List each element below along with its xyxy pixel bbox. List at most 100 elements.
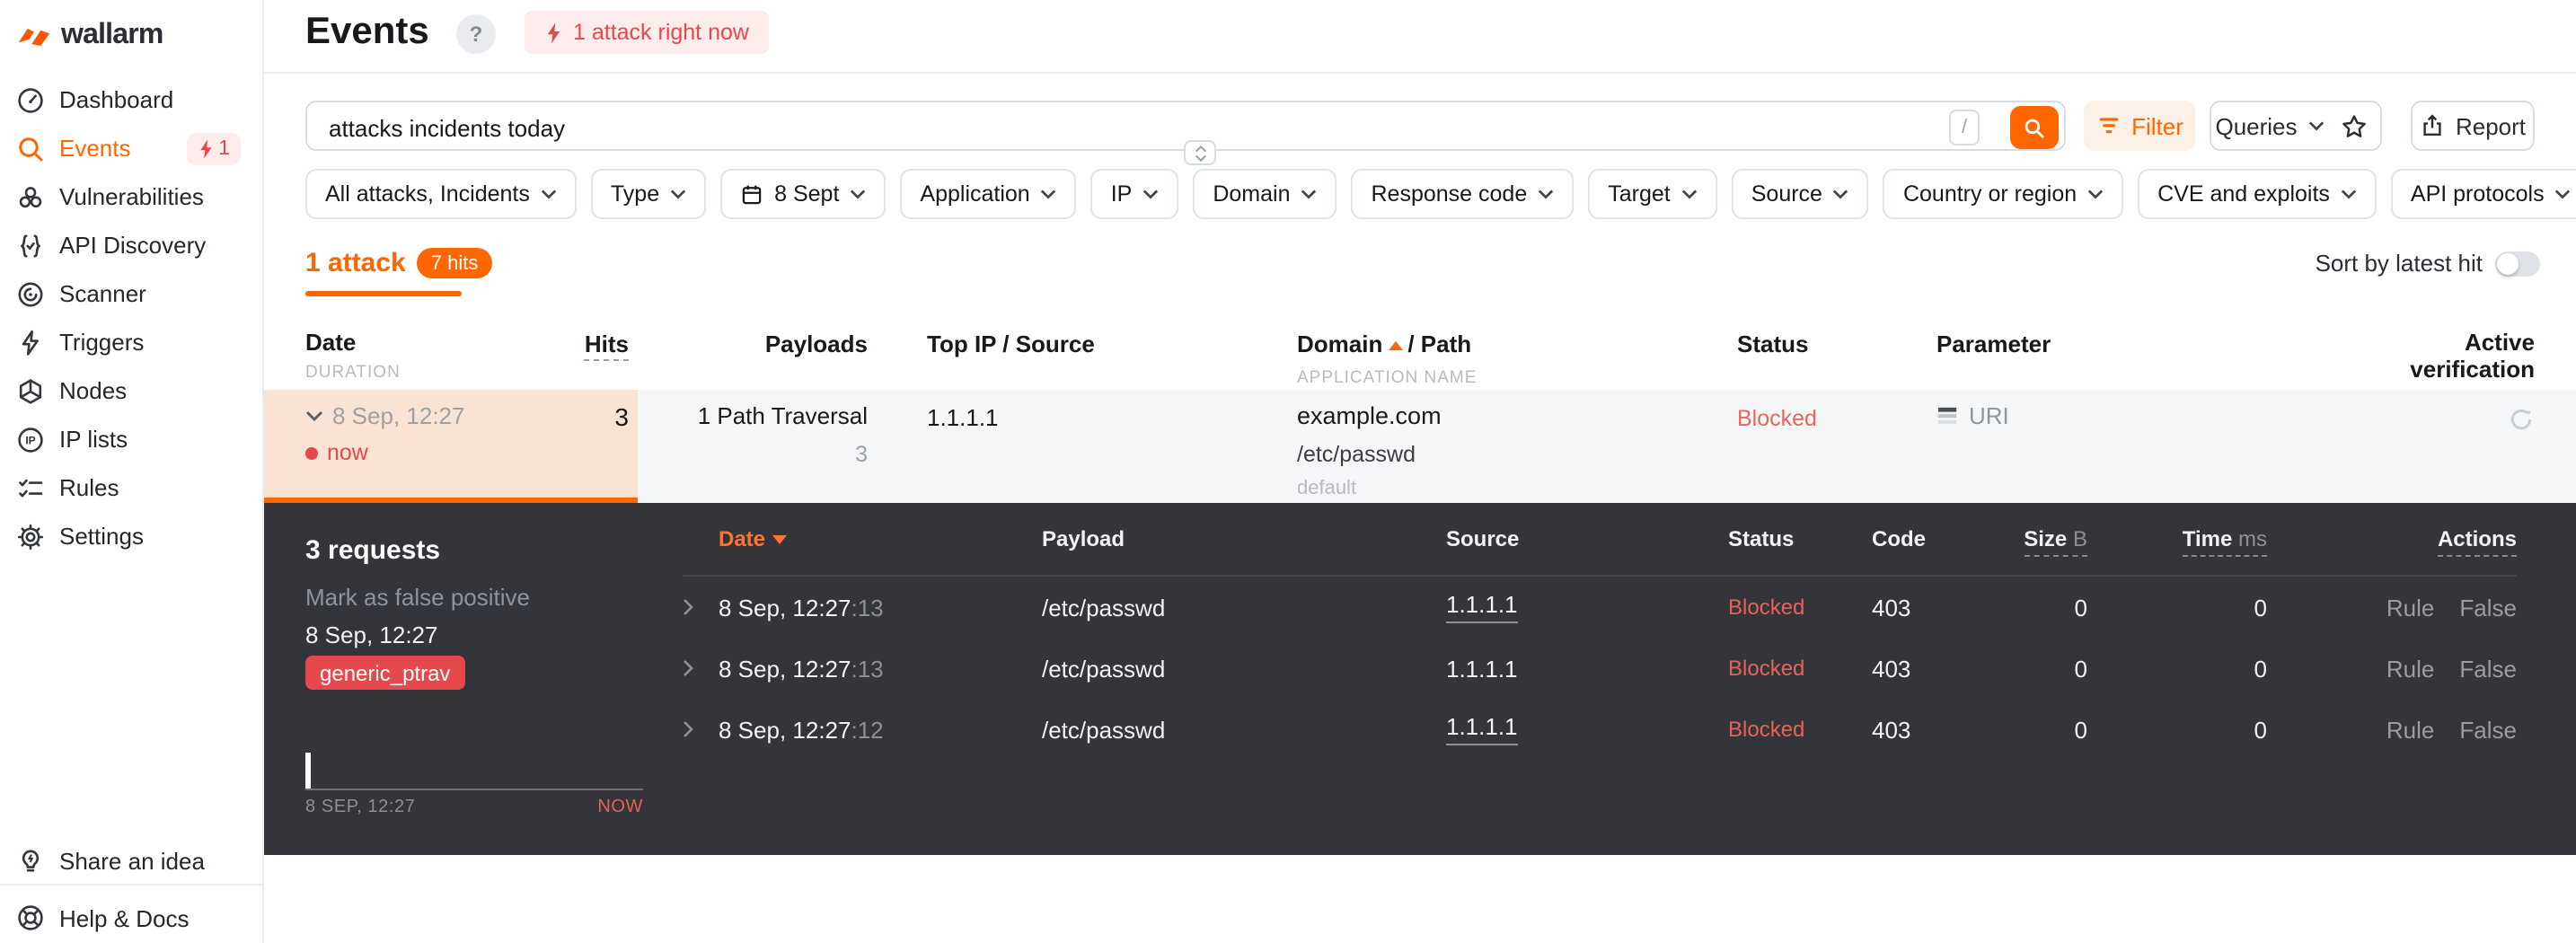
attack-date: 8 Sep, 12:27 xyxy=(332,402,465,429)
chevron-right-icon[interactable] xyxy=(683,598,719,616)
tab-attacks[interactable]: 1 attack 7 hits xyxy=(305,248,493,278)
report-button[interactable]: Report xyxy=(2411,101,2535,151)
filter-chip-8-sept[interactable]: 8 Sept xyxy=(720,169,887,219)
sidebar: wallarm Dashboard Events 1 Vulnerabilities A… xyxy=(0,0,264,943)
parameter-icon xyxy=(1936,406,1960,426)
col-domain[interactable]: Domain xyxy=(1297,330,1382,357)
lightning-icon xyxy=(544,21,562,44)
attack-domain: example.com xyxy=(1297,402,1442,429)
search-expand-handle[interactable] xyxy=(1184,140,1216,165)
app-root: wallarm Dashboard Events 1 Vulnerabilities A… xyxy=(0,0,2576,943)
sidebar-item-dashboard[interactable]: Dashboard xyxy=(0,75,262,124)
false-link[interactable]: False xyxy=(2459,716,2517,743)
braces-icon xyxy=(16,231,45,260)
filter-chip-country-or-region[interactable]: Country or region xyxy=(1883,169,2124,219)
request-row[interactable]: 8 Sep, 12:27:13/etc/passwd 1.1.1.1 Blocked… xyxy=(683,577,2517,638)
search-icon xyxy=(16,134,45,163)
col-request-time[interactable]: Time xyxy=(2183,526,2233,551)
attack-payload-type: 1 Path Traversal xyxy=(697,402,868,429)
col-active-verification: Active xyxy=(2464,329,2535,356)
sidebar-item-rules[interactable]: Rules xyxy=(0,463,262,512)
sort-label: Sort by latest hit xyxy=(2315,250,2483,277)
favorite-query-button[interactable] xyxy=(2328,101,2382,151)
col-date[interactable]: Date xyxy=(305,329,575,356)
queries-dropdown[interactable]: Queries xyxy=(2210,101,2330,151)
request-source[interactable]: 1.1.1.1 xyxy=(1446,713,1518,745)
filter-chip-api-protocols[interactable]: API protocols xyxy=(2390,169,2576,219)
attack-alert-badge[interactable]: 1 attack right now xyxy=(525,11,769,54)
sidebar-item-api-discovery[interactable]: API Discovery xyxy=(0,221,262,269)
sidebar-item-triggers[interactable]: Triggers xyxy=(0,318,262,366)
filter-chip-label: Country or region xyxy=(1902,181,2078,207)
false-link[interactable]: False xyxy=(2459,655,2517,682)
chevron-right-icon[interactable] xyxy=(683,659,719,677)
col-status: Status xyxy=(1737,330,1809,357)
gear-icon xyxy=(16,522,45,551)
false-link[interactable]: False xyxy=(2459,594,2517,621)
filter-chip-domain[interactable]: Domain xyxy=(1193,169,1337,219)
export-icon xyxy=(2420,113,2445,138)
collapse-chevron-icon[interactable] xyxy=(305,410,323,422)
request-source[interactable]: 1.1.1.1 xyxy=(1446,591,1518,623)
sidebar-item-help-docs[interactable]: Help & Docs xyxy=(0,896,262,939)
sort-toggle[interactable] xyxy=(2495,251,2540,276)
attack-duration: now xyxy=(327,440,368,465)
mark-false-positive-link[interactable]: Mark as false positive xyxy=(305,584,530,611)
sidebar-item-ip-lists[interactable]: IP IP lists xyxy=(0,415,262,463)
filter-chip-application[interactable]: Application xyxy=(900,169,1077,219)
timeline-now-label: NOW xyxy=(597,798,643,817)
chevron-right-icon[interactable] xyxy=(683,720,719,738)
sidebar-item-vulnerabilities[interactable]: Vulnerabilities xyxy=(0,172,262,221)
sidebar-item-label: Rules xyxy=(59,474,119,501)
filter-chip-all-attacks-incidents[interactable]: All attacks, Incidents xyxy=(305,169,577,219)
col-request-date[interactable]: Date xyxy=(719,526,765,551)
filter-button-label: Filter xyxy=(2131,112,2183,139)
request-size: 0 xyxy=(2074,594,2087,621)
help-icon[interactable]: ? xyxy=(456,14,496,54)
request-row[interactable]: 8 Sep, 12:27:13/etc/passwd 1.1.1.1 Blocked… xyxy=(683,638,2517,699)
sidebar-item-share-an-idea[interactable]: Share an idea xyxy=(0,839,262,882)
chevron-down-icon xyxy=(670,189,686,199)
request-actions: Rule False xyxy=(2267,716,2517,743)
request-date: 8 Sep, 12:27:12 xyxy=(719,716,884,743)
filter-chip-cve-and-exploits[interactable]: CVE and exploits xyxy=(2138,169,2377,219)
filter-chip-response-code[interactable]: Response code xyxy=(1351,169,1575,219)
active-verification-icon[interactable] xyxy=(2508,406,2535,433)
attack-row[interactable]: 8 Sep, 12:27 now 3 1 Path Traversal 3 1.… xyxy=(305,402,2535,499)
filter-chip-label: Target xyxy=(1608,181,1671,207)
search-input[interactable] xyxy=(325,102,1877,153)
col-request-actions[interactable]: Actions xyxy=(2437,526,2517,557)
chevron-down-icon xyxy=(850,189,866,199)
col-request-size[interactable]: Size xyxy=(2024,526,2067,551)
attack-alert-label: 1 attack right now xyxy=(573,20,749,45)
filter-chip-type[interactable]: Type xyxy=(590,169,707,219)
timeline-axis xyxy=(305,789,643,790)
filter-chip-ip[interactable]: IP xyxy=(1090,169,1179,219)
chevron-down-icon xyxy=(1833,189,1849,199)
chevron-down-icon xyxy=(1681,189,1698,199)
rule-link[interactable]: Rule xyxy=(2386,716,2435,743)
chevron-down-icon xyxy=(1538,189,1554,199)
lightning-icon xyxy=(197,137,213,159)
col-hits[interactable]: Hits xyxy=(584,330,629,361)
attack-details-panel: 3 requests Mark as false positive 8 Sep,… xyxy=(262,503,2576,855)
brand-logo[interactable]: wallarm xyxy=(16,20,163,52)
sidebar-item-settings[interactable]: Settings xyxy=(0,512,262,560)
rule-link[interactable]: Rule xyxy=(2386,594,2435,621)
request-source[interactable]: 1.1.1.1 xyxy=(1446,655,1518,682)
search-button[interactable] xyxy=(2010,106,2059,149)
filter-chip-target[interactable]: Target xyxy=(1588,169,1717,219)
sidebar-item-scanner[interactable]: Scanner xyxy=(0,269,262,318)
request-status: Blocked xyxy=(1728,656,1805,681)
timeline-bar xyxy=(305,753,311,789)
filter-chip-source[interactable]: Source xyxy=(1731,169,1869,219)
attack-tag-chip[interactable]: generic_ptrav xyxy=(305,656,465,690)
sidebar-item-events[interactable]: Events 1 xyxy=(0,124,262,172)
sidebar-item-nodes[interactable]: Nodes xyxy=(0,366,262,415)
request-row[interactable]: 8 Sep, 12:27:12/etc/passwd 1.1.1.1 Blocked… xyxy=(683,699,2517,760)
attack-source-ip[interactable]: 1.1.1.1 xyxy=(927,404,999,431)
request-actions: Rule False xyxy=(2267,594,2517,621)
page-title: Events xyxy=(305,11,429,52)
filter-button[interactable]: Filter xyxy=(2084,101,2195,151)
rule-link[interactable]: Rule xyxy=(2386,655,2435,682)
